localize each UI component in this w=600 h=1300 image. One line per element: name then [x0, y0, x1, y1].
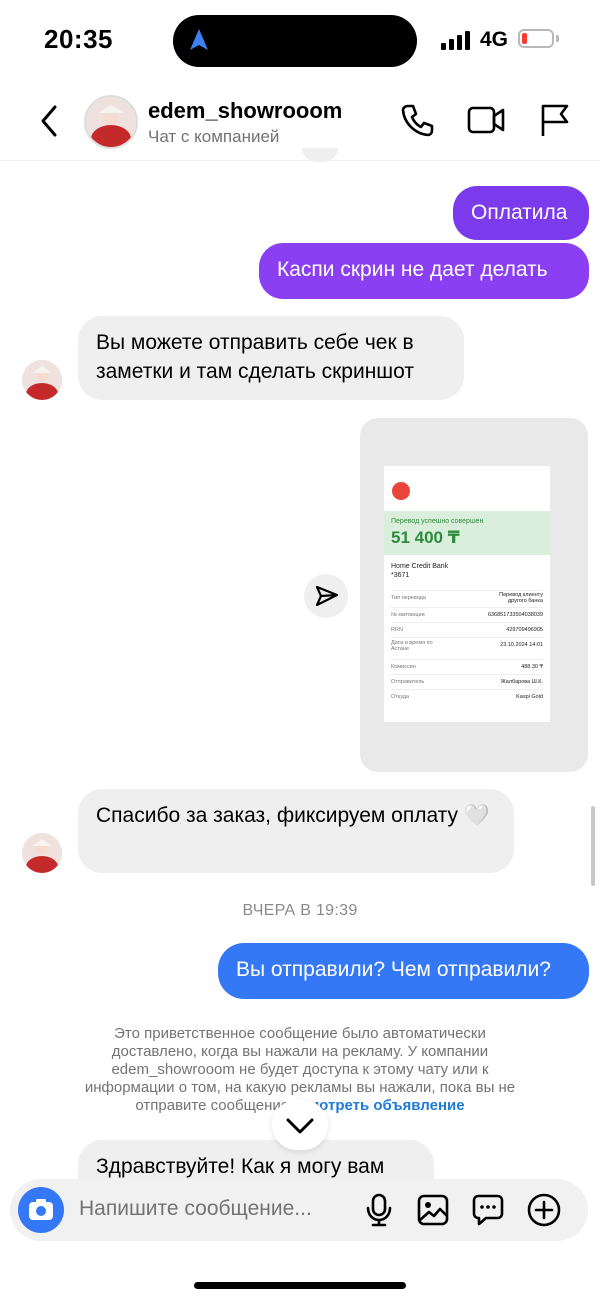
message-outgoing[interactable]: Оплатила: [453, 186, 589, 240]
message-incoming[interactable]: Вы можете отправить себе чек в заметки и…: [78, 316, 464, 400]
message-outgoing[interactable]: Вы отправили? Чем отправили?: [218, 943, 589, 999]
scroll-down-button[interactable]: [272, 1100, 328, 1150]
scrollbar[interactable]: [591, 806, 595, 886]
home-indicator[interactable]: [194, 1282, 406, 1289]
receipt-amount: 51 400 ₸: [391, 528, 460, 547]
avatar[interactable]: [22, 833, 62, 873]
row-value: 429709496905: [506, 627, 543, 633]
row-key: Дата и время по Астане: [391, 640, 433, 652]
receipt-row: Откуда Kaspi Gold: [391, 689, 543, 704]
header-divider: [0, 160, 600, 161]
receipt-row: Отправитель Жалбарова Ш.К.: [391, 674, 543, 689]
receipt-row: Комиссия 488.30 ₸: [391, 659, 543, 674]
avatar[interactable]: [84, 95, 138, 149]
receipt-image[interactable]: Перевод успешно совершен 51 400 ₸ Home C…: [360, 418, 588, 772]
battery-icon: [518, 29, 554, 48]
receipt-row: RRN 429709496905: [391, 622, 543, 637]
row-key: № квитанции: [391, 612, 425, 618]
chat-subtitle: Чат с компанией: [148, 127, 280, 146]
row-value: Жалбарова Ш.К.: [500, 679, 543, 685]
message-incoming[interactable]: Спасибо за заказ, фиксируем оплату 🤍: [78, 789, 514, 873]
sticker-icon[interactable]: [472, 1194, 504, 1231]
plus-icon[interactable]: [527, 1193, 561, 1232]
message-outgoing[interactable]: Каспи скрин не дает делать: [259, 243, 589, 299]
row-value: Перевод клиенту другого банка: [499, 592, 543, 604]
receipt-success: Перевод успешно совершен: [391, 518, 484, 525]
row-key: Откуда: [391, 694, 410, 700]
bank-account: *3671: [391, 572, 410, 579]
kaspi-logo-icon: [392, 482, 410, 500]
row-key: Комиссия: [391, 664, 416, 670]
date-separator: ВЧЕРА В 19:39: [242, 902, 358, 919]
row-value: 488.30 ₸: [521, 664, 543, 670]
row-value: 636851733504038039: [487, 612, 543, 618]
gallery-icon[interactable]: [417, 1194, 449, 1231]
receipt: Перевод успешно совершен 51 400 ₸ Home C…: [384, 466, 550, 722]
network-type: 4G: [480, 28, 509, 51]
receipt-row: Тип перевода Перевод клиенту другого банк…: [391, 590, 543, 605]
microphone-icon[interactable]: [365, 1193, 393, 1232]
message-input[interactable]: Напишите сообщение...: [79, 1197, 312, 1221]
row-value: 23.10.2024 14:01: [500, 642, 543, 648]
receipt-row: Дата и время по Астане 23.10.2024 14:01: [391, 637, 543, 658]
camera-icon[interactable]: [18, 1187, 64, 1233]
receipt-bank: Home Credit Bank *3671: [391, 562, 448, 580]
row-key: RRN: [391, 627, 403, 633]
video-icon[interactable]: [467, 102, 505, 143]
battery-tip: [556, 35, 559, 42]
bank-name: Home Credit Bank: [391, 563, 449, 570]
flag-icon[interactable]: [538, 102, 572, 143]
row-value: Kaspi Gold: [516, 694, 543, 700]
receipt-row: № квитанции 636851733504038039: [391, 607, 543, 622]
row-key: Отправитель: [391, 679, 425, 685]
share-icon[interactable]: [304, 574, 348, 618]
phone-icon[interactable]: [400, 102, 436, 143]
avatar[interactable]: [22, 360, 62, 400]
status-time: 20:35: [44, 24, 113, 54]
row-key: Тип перевода: [391, 595, 426, 601]
signal-icon: [441, 31, 470, 50]
back-chevron-icon[interactable]: [38, 104, 60, 143]
chat-name[interactable]: edem_showrooom: [148, 98, 342, 124]
location-arrow-icon: [188, 28, 210, 57]
